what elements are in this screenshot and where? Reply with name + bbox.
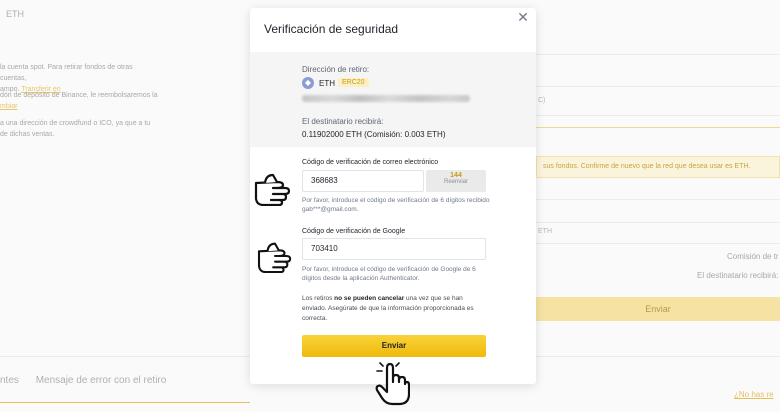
- withdraw-summary: Dirección de retiro: ◆ ETH ERC20 El dest…: [250, 52, 536, 147]
- resend-button[interactable]: 144 Reenviar: [426, 170, 486, 192]
- email-code-help: Por favor, introduce el código de verifi…: [302, 197, 490, 213]
- receive-label: El destinatario recibirá:: [302, 117, 384, 126]
- email-code-label: Código de verificación de correo electró…: [302, 159, 439, 166]
- bg-coin-label: ETH: [6, 9, 24, 19]
- email-code-input[interactable]: 368683: [302, 170, 424, 192]
- bg-amount-box-2[interactable]: ETH: [536, 222, 780, 244]
- resend-countdown: 144: [450, 172, 462, 179]
- bg-receive-label: El destinatario recibirá:: [697, 271, 779, 280]
- bg-divider: [536, 54, 780, 55]
- close-icon[interactable]: ✕: [516, 10, 530, 24]
- google-code-help: Por favor, introduce el código de verifi…: [302, 266, 476, 282]
- tab-partial[interactable]: ntes: [0, 375, 19, 386]
- bg-info-paragraph: a una dirección de crowdfund o ICO, ya q…: [0, 120, 151, 138]
- bg-fee-label: Comisión de tr: [727, 252, 779, 261]
- submit-button[interactable]: Enviar: [302, 335, 486, 357]
- bg-change-link[interactable]: mbiar: [0, 103, 18, 110]
- google-code-label: Código de verificación de Google: [302, 228, 406, 235]
- pointing-hand-icon: [257, 242, 292, 273]
- click-hand-icon: [375, 362, 410, 406]
- bg-info-paragraph: dón de depósito de Binance, le reembolsa…: [0, 92, 158, 110]
- bg-tab-underline: [0, 402, 250, 403]
- bg-help-link[interactable]: ¿No has re: [734, 390, 774, 399]
- bg-amount-box[interactable]: [536, 199, 780, 221]
- bg-tabs: ntes Mensaje de error con el retiro: [0, 375, 180, 386]
- google-code-input[interactable]: 703410: [302, 238, 486, 260]
- address-value-blurred: [302, 95, 470, 102]
- receive-amount: 0.11902000 ETH (Comisión: 0.003 ETH): [302, 130, 446, 139]
- bg-network-warning: sus fondos. Confirme de nuevo que la red…: [536, 156, 780, 178]
- pointing-hand-icon: [254, 173, 291, 206]
- bg-network-row[interactable]: [536, 127, 780, 144]
- network-badge: ERC20: [338, 78, 369, 87]
- modal-title: Verificación de seguridad: [264, 22, 399, 36]
- address-label: Dirección de retiro:: [302, 65, 370, 74]
- bg-submit-button[interactable]: Enviar: [536, 297, 780, 321]
- tab-withdraw-error[interactable]: Mensaje de error con el retiro: [36, 375, 167, 386]
- cancel-notice: Los retiros no se pueden cancelar una ve…: [302, 295, 474, 322]
- eth-icon: ◆: [302, 77, 314, 89]
- resend-label: Reenviar: [443, 179, 468, 185]
- bg-address-box[interactable]: C): [536, 86, 780, 116]
- coin-name: ETH: [319, 79, 335, 88]
